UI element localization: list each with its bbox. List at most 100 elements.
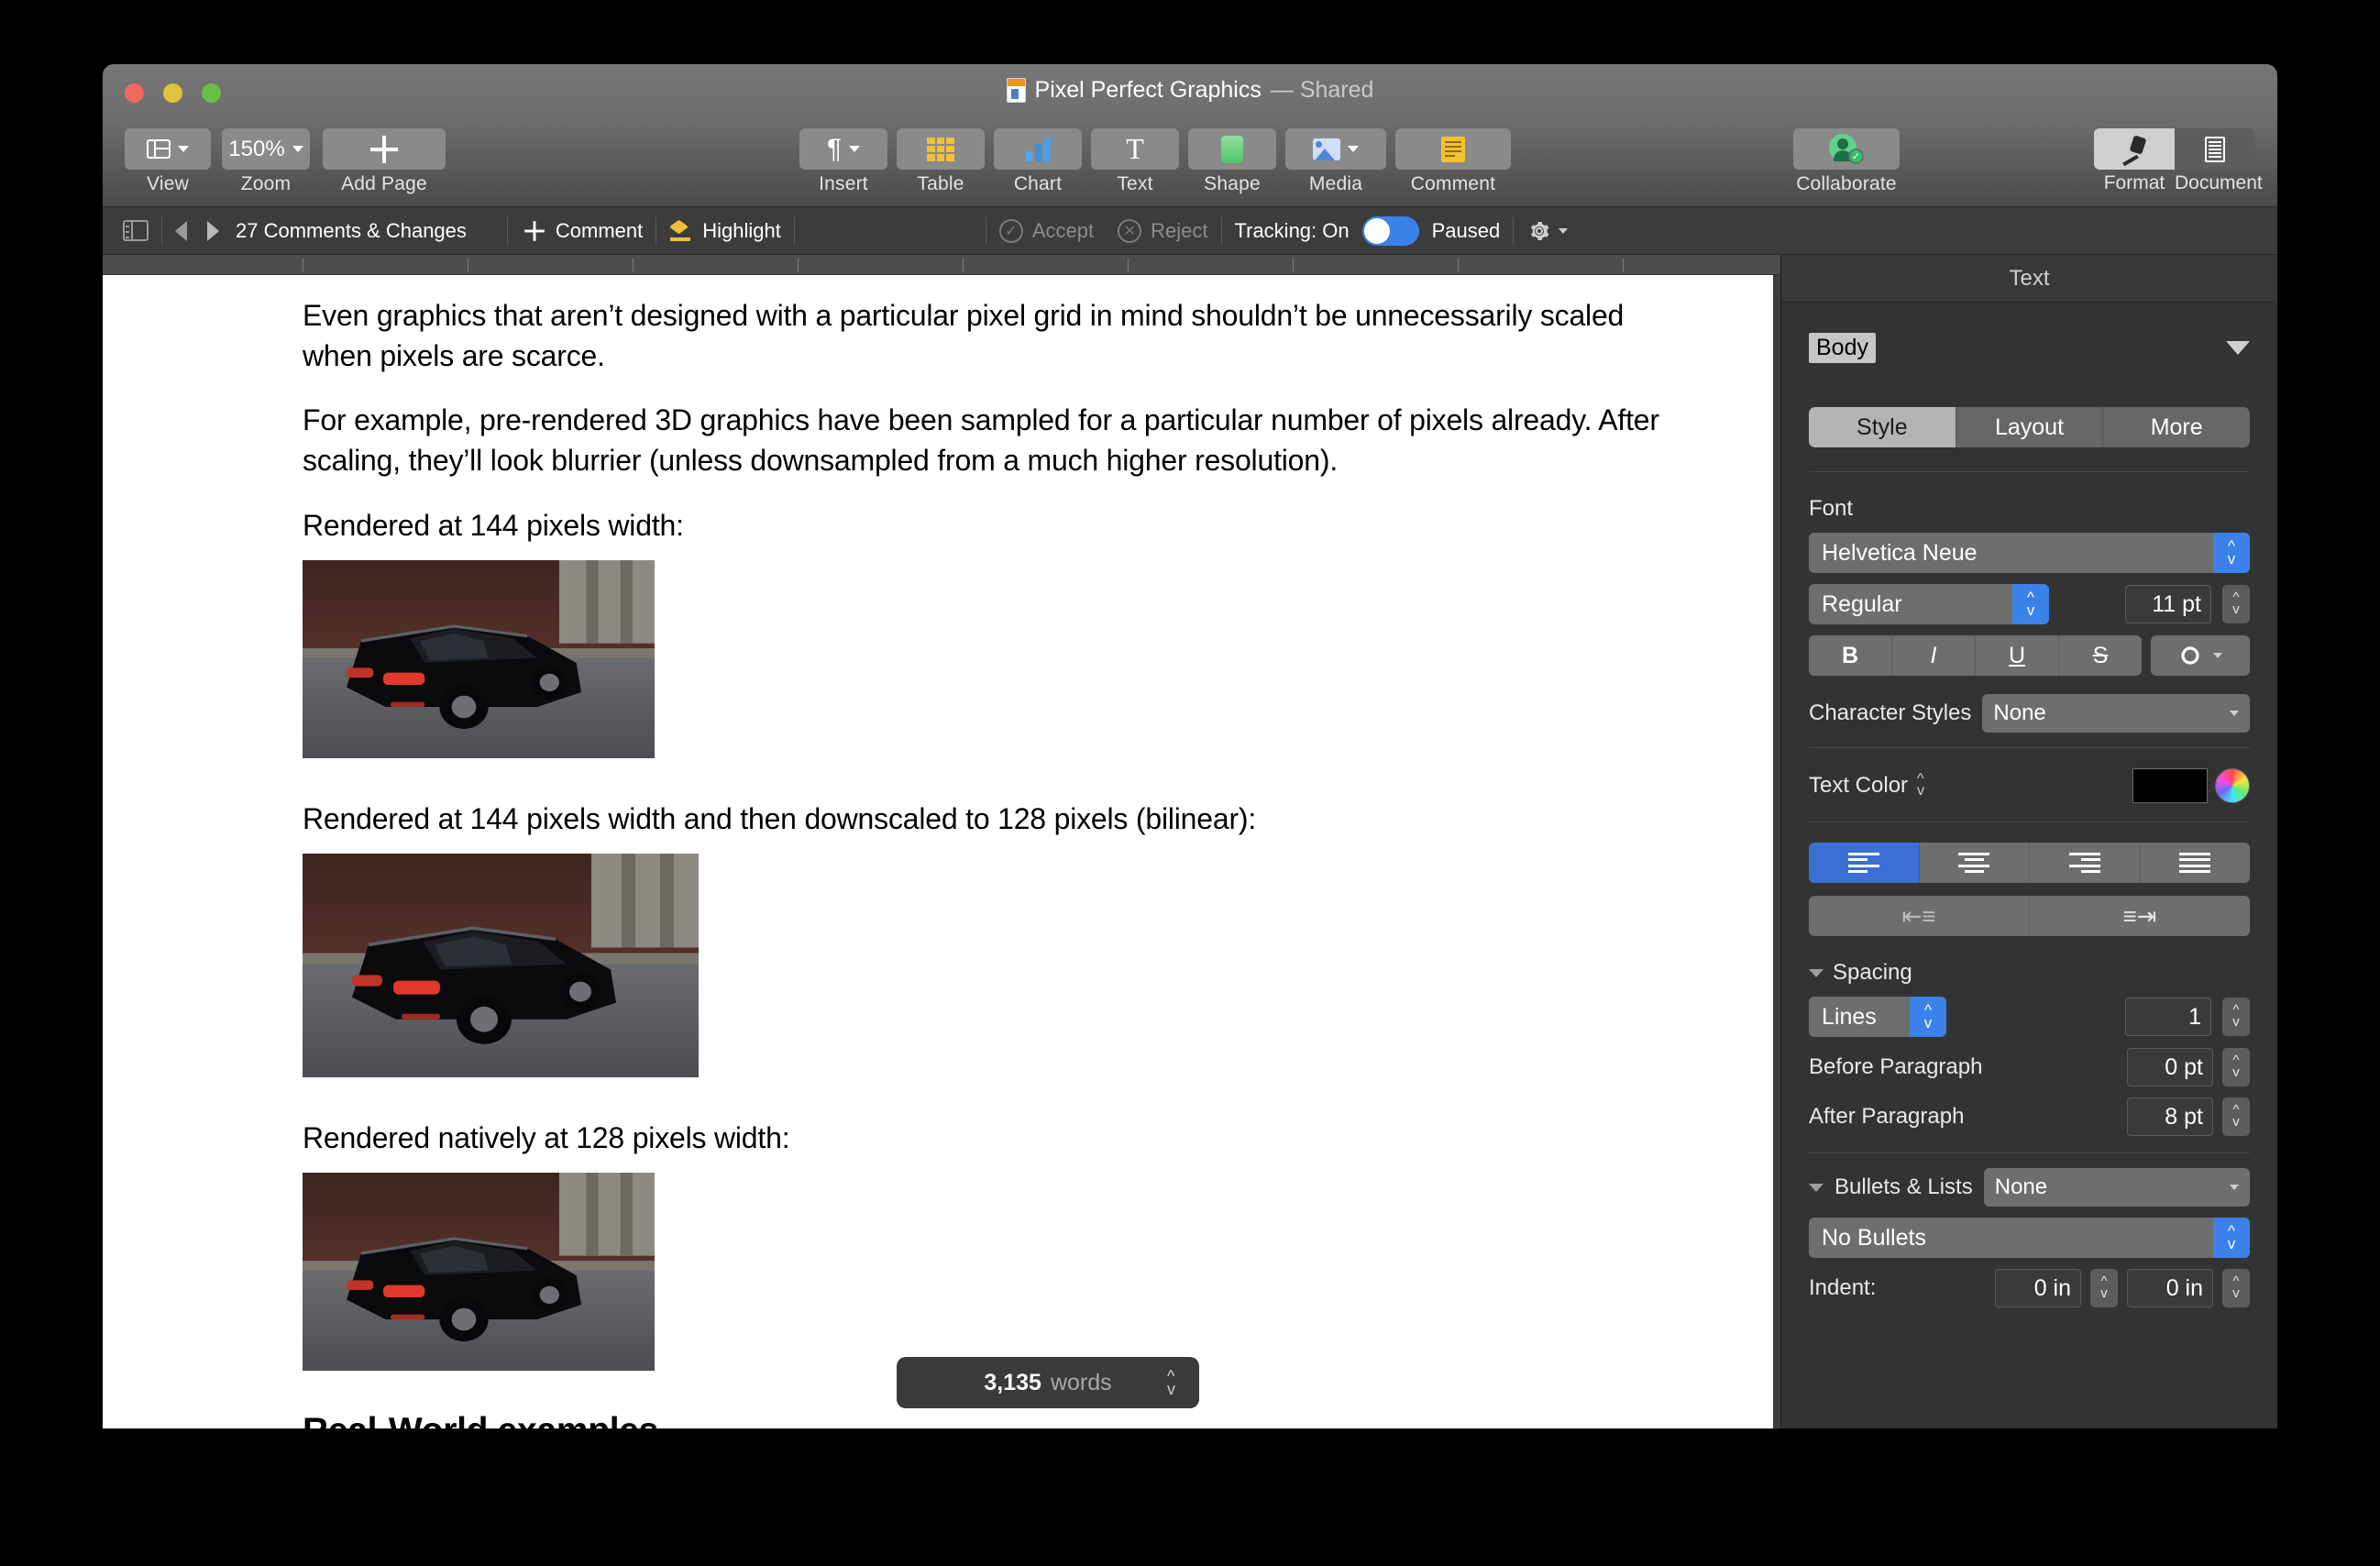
document-canvas[interactable]: Even graphics that aren’t designed with …	[103, 255, 1780, 1428]
tracking-toggle[interactable]	[1361, 215, 1419, 246]
font-size-field[interactable]: 11 pt	[2125, 585, 2211, 623]
chevron-down-icon[interactable]	[2226, 340, 2250, 355]
reject-button[interactable]: Reject	[1151, 219, 1207, 243]
tab-style[interactable]: Style	[1809, 407, 1956, 447]
underline-button[interactable]: U	[1975, 635, 2058, 676]
bullets-section-header[interactable]: Bullets & Lists None	[1809, 1168, 2250, 1207]
bullet-style-row[interactable]: No Bullets ^ v	[1809, 1218, 2250, 1258]
text-button[interactable]: T	[1091, 128, 1179, 170]
bullet-style-select[interactable]: No Bullets ^ v	[1809, 1218, 2250, 1258]
view-control[interactable]: View	[125, 128, 211, 195]
shape-control[interactable]: Shape	[1188, 128, 1276, 195]
chart-control[interactable]: Chart	[994, 128, 1082, 195]
indent-field-2[interactable]: 0 in	[2127, 1269, 2213, 1307]
add-page-control[interactable]: Add Page	[323, 128, 446, 195]
font-family-stepper[interactable]: ^ v	[2213, 533, 2250, 573]
next-change-button[interactable]	[207, 220, 219, 241]
spacing-section-header[interactable]: Spacing	[1809, 960, 2250, 986]
tab-format[interactable]	[2094, 128, 2175, 170]
line-spacing-row[interactable]: Lines ^ v 1 ^ v	[1809, 997, 2250, 1037]
disclosure-triangle-icon[interactable]	[1809, 968, 1824, 977]
inspector-subtabs[interactable]: Style Layout More	[1809, 407, 2250, 447]
comment-button[interactable]	[1395, 128, 1511, 170]
inspector-tab-group[interactable]	[2094, 128, 2255, 170]
indent-row[interactable]: Indent: 0 in ^ v 0 in ^ v	[1809, 1269, 2250, 1307]
accept-button[interactable]: Accept	[1032, 219, 1094, 243]
align-left-button[interactable]	[1809, 843, 1919, 883]
text-color-stepper[interactable]: ^ v	[1917, 772, 1924, 799]
comment-control[interactable]: Comment	[1395, 128, 1511, 195]
indent-stepper-2[interactable]: ^ v	[2222, 1269, 2250, 1307]
increase-indent-button[interactable]: ≡⇥	[2029, 896, 2250, 936]
before-paragraph-row[interactable]: Before Paragraph 0 pt ^ v	[1809, 1048, 2250, 1086]
shape-button[interactable]	[1188, 128, 1276, 170]
comments-sidebar-toggle[interactable]	[123, 220, 149, 241]
bullet-style-stepper[interactable]: ^ v	[2213, 1218, 2250, 1258]
car-render-native-128[interactable]	[303, 1173, 655, 1372]
view-button[interactable]	[125, 128, 211, 170]
align-justify-button[interactable]	[2139, 843, 2250, 883]
line-spacing-stepper[interactable]: ^ v	[2222, 998, 2250, 1036]
after-paragraph-field[interactable]: 8 pt	[2127, 1097, 2213, 1136]
ruler[interactable]	[103, 255, 1780, 275]
text-style-group[interactable]: B I U S	[1809, 635, 2142, 676]
align-right-button[interactable]	[2029, 843, 2140, 883]
word-count-pill[interactable]: 3,135 words ^ v	[897, 1357, 1199, 1408]
font-weight-row[interactable]: Regular ^ v 11 pt ^ v	[1809, 584, 2250, 624]
word-count-stepper[interactable]: ^ v	[1167, 1367, 1175, 1397]
collaborate-control[interactable]: ✓ Collaborate	[1760, 128, 1933, 195]
spacing-mode-select[interactable]: Lines ^ v	[1809, 997, 1946, 1037]
before-paragraph-field[interactable]: 0 pt	[2127, 1048, 2213, 1086]
text-control[interactable]: T Text	[1091, 128, 1179, 195]
media-control[interactable]: Media	[1285, 128, 1386, 195]
paragraph-style-row[interactable]: Body	[1781, 303, 2277, 392]
insert-control[interactable]: ¶ Insert	[799, 128, 887, 195]
text-color-swatch[interactable]	[2132, 768, 2208, 803]
font-weight-select[interactable]: Regular ^ v	[1809, 584, 2049, 624]
strikethrough-button[interactable]: S	[2058, 635, 2142, 676]
tab-more[interactable]: More	[2102, 407, 2250, 447]
indent-stepper-1[interactable]: ^ v	[2090, 1269, 2118, 1307]
alignment-group[interactable]	[1809, 843, 2250, 883]
italic-button[interactable]: I	[1891, 635, 1975, 676]
table-control[interactable]: Table	[897, 128, 985, 195]
media-button[interactable]	[1285, 128, 1386, 170]
tab-layout[interactable]: Layout	[1955, 407, 2103, 447]
color-wheel-icon[interactable]	[2215, 768, 2250, 803]
zoom-control[interactable]: 150% Zoom	[222, 128, 310, 195]
after-paragraph-row[interactable]: After Paragraph 8 pt ^ v	[1809, 1097, 2250, 1136]
indent-group[interactable]: ⇤≡ ≡⇥	[1809, 896, 2250, 936]
document-page[interactable]: Even graphics that aren’t designed with …	[103, 275, 1773, 1428]
line-spacing-field[interactable]: 1	[2125, 998, 2211, 1036]
add-page-button[interactable]	[323, 128, 446, 170]
track-options-button[interactable]	[1526, 218, 1569, 244]
insert-button[interactable]: ¶	[799, 128, 887, 170]
character-styles-select[interactable]: None	[1982, 694, 2250, 733]
character-styles-row[interactable]: Character Styles None	[1809, 694, 2250, 733]
decrease-indent-button[interactable]: ⇤≡	[1809, 896, 2029, 936]
after-paragraph-stepper[interactable]: ^ v	[2222, 1097, 2250, 1136]
font-size-stepper[interactable]: ^ v	[2222, 585, 2250, 623]
text-color-row[interactable]: Text Color ^ v	[1809, 768, 2250, 803]
chart-button[interactable]	[994, 128, 1082, 170]
add-comment-button[interactable]: Comment	[556, 219, 643, 243]
font-family-row[interactable]: Helvetica Neue ^ v	[1809, 533, 2250, 573]
tab-document[interactable]	[2175, 128, 2255, 170]
before-paragraph-stepper[interactable]: ^ v	[2222, 1048, 2250, 1086]
table-button[interactable]	[897, 128, 985, 170]
font-weight-stepper[interactable]: ^ v	[2012, 584, 2049, 624]
zoom-button[interactable]: 150%	[222, 128, 310, 170]
collaborate-button[interactable]: ✓	[1793, 128, 1900, 170]
indent-field-1[interactable]: 0 in	[1995, 1269, 2081, 1307]
car-render-downscaled[interactable]	[303, 853, 699, 1077]
bold-button[interactable]: B	[1809, 635, 1891, 676]
disclosure-triangle-icon[interactable]	[1809, 1183, 1824, 1192]
bullets-preset-select[interactable]: None	[1983, 1168, 2250, 1207]
align-center-button[interactable]	[1918, 843, 2029, 883]
font-style-row[interactable]: B I U S	[1809, 635, 2250, 676]
spacing-mode-stepper[interactable]: ^ v	[1910, 997, 1946, 1037]
font-options-button[interactable]	[2151, 635, 2250, 676]
text-color-well[interactable]	[2132, 768, 2250, 803]
car-render-144[interactable]	[303, 559, 655, 758]
font-family-select[interactable]: Helvetica Neue ^ v	[1809, 533, 2250, 573]
